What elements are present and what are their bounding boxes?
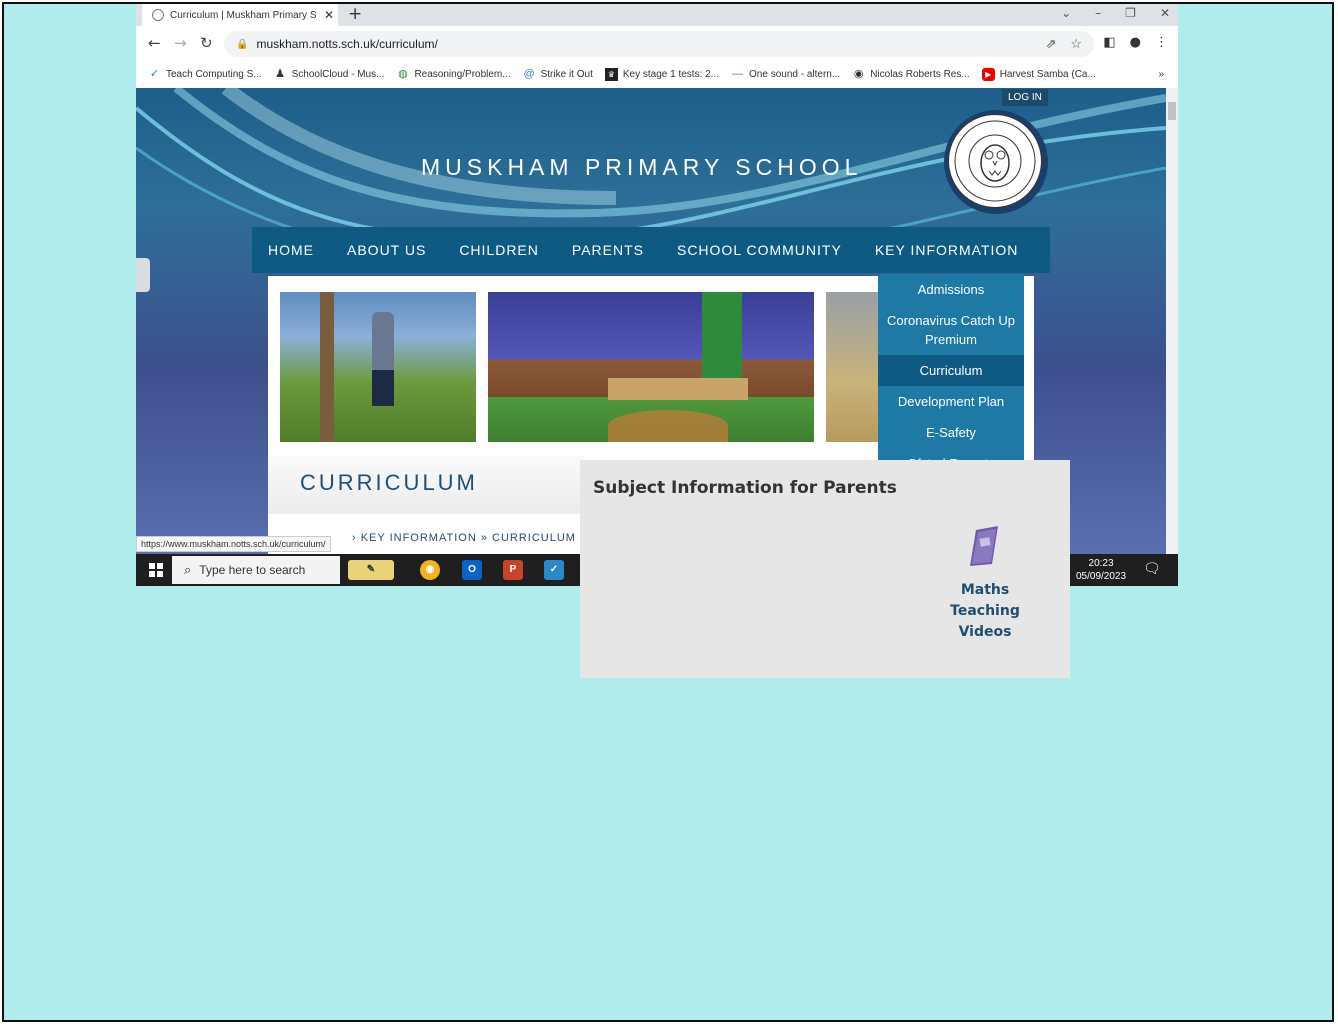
bookmark-item[interactable]: — One sound - altern...: [731, 68, 840, 81]
subject-info-panel: Subject Information for Parents Maths Te…: [580, 460, 1070, 678]
tab-title: Curriculum | Muskham Primary S: [170, 9, 317, 21]
nav-children[interactable]: CHILDREN: [459, 242, 539, 258]
search-highlight-icon[interactable]: ✎: [348, 560, 394, 580]
taskbar-clock[interactable]: 20:23 05/09/2023: [1076, 557, 1126, 583]
panel-heading: Subject Information for Parents: [593, 478, 897, 498]
notification-icon[interactable]: 🗨: [1143, 561, 1161, 577]
minimize-icon[interactable]: –: [1095, 4, 1101, 26]
dropdown-item-development-plan[interactable]: Development Plan: [878, 386, 1024, 417]
taskbar-search[interactable]: ⌕ Type here to search: [172, 556, 340, 584]
bookmark-label: Reasoning/Problem...: [414, 69, 511, 80]
school-name: MUSKHAM PRIMARY SCHOOL: [421, 154, 863, 180]
status-url: https://www.muskham.notts.sch.uk/curricu…: [136, 536, 331, 552]
youtube-icon: ▶: [981, 68, 995, 81]
dropdown-item-e-safety[interactable]: E-Safety: [878, 417, 1024, 448]
bookmarks-bar: ✓ Teach Computing S... ♟ SchoolCloud - Mus…: [136, 61, 1178, 89]
outlook-icon[interactable]: O: [462, 560, 482, 580]
chrome-icon[interactable]: ◉: [420, 560, 440, 580]
compass-icon: ◉: [853, 68, 864, 80]
nav-home[interactable]: HOME: [268, 242, 314, 258]
slide-frame: Curriculum | Muskham Primary S ✕ + ⌄ – ❐…: [2, 2, 1334, 1022]
bookmark-item[interactable]: ♟ SchoolCloud - Mus...: [274, 68, 385, 81]
url-text: muskham.notts.sch.uk/curriculum/: [256, 37, 438, 51]
page-title: CURRICULUM: [300, 470, 478, 495]
crown-icon: ♛: [604, 68, 618, 81]
login-link[interactable]: LOG IN: [1002, 89, 1048, 106]
bookmark-label: Teach Computing S...: [166, 69, 262, 80]
lock-icon: 🔒: [236, 38, 249, 50]
dropdown-item-coronavirus[interactable]: Coronavirus Catch Up Premium: [878, 305, 1024, 355]
scrollbar-thumb[interactable]: [1168, 102, 1176, 120]
close-window-icon[interactable]: ✕: [1160, 4, 1170, 26]
nav-parents[interactable]: PARENTS: [572, 242, 644, 258]
bookmark-label: Strike it Out: [540, 69, 593, 80]
key-information-dropdown: Admissions Coronavirus Catch Up Premium …: [878, 274, 1024, 471]
clock-time: 20:23: [1088, 558, 1114, 569]
page-title-box: CURRICULUM: [268, 456, 584, 514]
more-bookmarks-icon[interactable]: »: [1158, 69, 1164, 80]
tab-search-icon[interactable]: ⌄: [1061, 4, 1071, 26]
new-tab-button[interactable]: +: [348, 4, 362, 26]
bookmark-label: SchoolCloud - Mus...: [291, 69, 385, 80]
side-panel-toggle[interactable]: [136, 258, 150, 292]
owl-icon: [954, 120, 1036, 202]
photo-field: [826, 292, 886, 442]
browser-toolbar: ← → ↻ 🔒 muskham.notts.sch.uk/curriculum/…: [136, 26, 1178, 61]
bookmark-label: One sound - altern...: [749, 69, 841, 80]
clock-date: 05/09/2023: [1076, 571, 1127, 582]
bookmark-item[interactable]: @ Strike it Out: [523, 68, 593, 81]
powerpoint-icon[interactable]: P: [503, 560, 523, 580]
maths-teaching-videos-link[interactable]: Maths Teaching Videos: [932, 580, 1038, 643]
restore-icon[interactable]: ❐: [1125, 4, 1136, 26]
bookmark-item[interactable]: ◉ Nicolas Roberts Res...: [852, 68, 970, 81]
main-nav: HOME ABOUT US CHILDREN PARENTS SCHOOL CO…: [252, 227, 1050, 273]
windows-start-icon[interactable]: [149, 563, 163, 577]
scrollbar[interactable]: [1166, 88, 1178, 554]
bookmark-item[interactable]: ▶ Harvest Samba (Ca...: [981, 68, 1096, 81]
share-icon[interactable]: ⇗: [1045, 36, 1056, 52]
breadcrumb[interactable]: › KEY INFORMATION » CURRICULUM: [352, 532, 576, 544]
globe-icon: [152, 9, 164, 21]
bookmark-star-icon[interactable]: ☆: [1070, 36, 1082, 52]
nav-about-us[interactable]: ABOUT US: [347, 242, 426, 258]
forward-icon[interactable]: →: [174, 34, 187, 52]
globe-icon: ◍: [398, 68, 408, 80]
photo-playground: [280, 292, 476, 442]
bookmark-label: Key stage 1 tests: 2...: [622, 69, 720, 80]
bookmark-label: Harvest Samba (Ca...: [999, 69, 1096, 80]
dropdown-item-admissions[interactable]: Admissions: [878, 274, 1024, 305]
app-icon[interactable]: ✓: [544, 560, 564, 580]
tab-strip: Curriculum | Muskham Primary S ✕ + ⌄ – ❐…: [136, 4, 1178, 26]
profile-icon[interactable]: ●: [1130, 35, 1141, 50]
school-crest-logo[interactable]: [944, 110, 1048, 214]
address-bar[interactable]: 🔒 muskham.notts.sch.uk/curriculum/ ⇗ ☆: [224, 31, 1094, 57]
bookmark-label: Nicolas Roberts Res...: [870, 69, 970, 80]
photo-garden: [488, 292, 814, 442]
nav-key-information[interactable]: KEY INFORMATION: [875, 242, 1019, 258]
reload-icon[interactable]: ↻: [200, 34, 213, 52]
dropdown-item-curriculum[interactable]: Curriculum: [878, 355, 1024, 386]
menu-icon[interactable]: ⋮: [1155, 35, 1168, 50]
maths-book-icon[interactable]: [962, 524, 1006, 568]
swirl-icon: @: [523, 68, 535, 80]
back-icon[interactable]: ←: [148, 34, 161, 52]
browser-tab[interactable]: Curriculum | Muskham Primary S ✕: [142, 4, 338, 26]
search-placeholder: Type here to search: [199, 563, 306, 577]
sidepanel-icon[interactable]: ◧: [1103, 35, 1115, 50]
bookmark-item[interactable]: ◍ Reasoning/Problem...: [396, 68, 510, 81]
bookmark-item[interactable]: ✓ Teach Computing S...: [148, 68, 262, 81]
close-tab-icon[interactable]: ✕: [320, 8, 338, 22]
search-icon: ⌕: [184, 562, 192, 577]
check-icon: ✓: [149, 68, 160, 80]
bookmark-item[interactable]: ♛ Key stage 1 tests: 2...: [604, 68, 720, 81]
person-icon: ♟: [275, 68, 286, 80]
nav-school-community[interactable]: SCHOOL COMMUNITY: [677, 242, 842, 258]
dash-icon: —: [732, 68, 744, 80]
